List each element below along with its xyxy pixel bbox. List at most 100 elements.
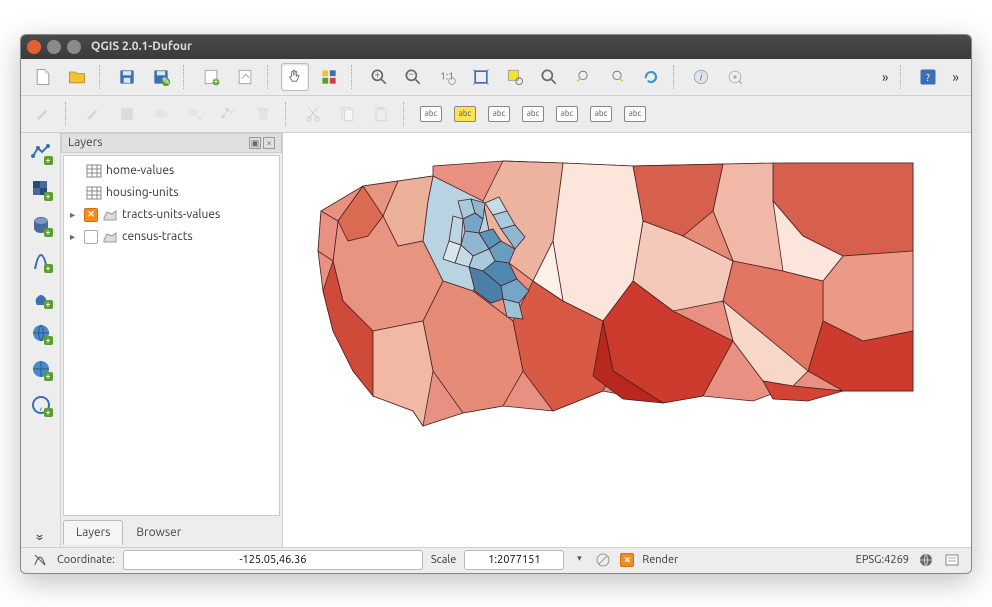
add-spatialite-button[interactable]: + (27, 247, 55, 275)
polygon-icon (102, 208, 118, 222)
scale-input[interactable] (464, 550, 564, 570)
left-toolbar: + + + + + + + ,+ » (21, 133, 61, 547)
statusbar: Coordinate: Scale ▾ Render EPSG:4269 (21, 547, 971, 573)
panel-title: Layers (68, 136, 102, 149)
expand-icon[interactable]: ▸ (70, 231, 80, 243)
add-csv-button[interactable]: ,+ (27, 391, 55, 419)
zoom-last-button[interactable] (569, 63, 597, 91)
expand-icon[interactable]: ▸ (70, 209, 80, 221)
add-vector-button[interactable]: + (27, 139, 55, 167)
panel-close-button[interactable]: × (263, 137, 275, 149)
layer-item-housing-units[interactable]: housing-units (66, 182, 277, 204)
panel-undock-button[interactable]: ▣ (249, 137, 261, 149)
new-project-button[interactable] (29, 63, 57, 91)
svg-text:+: + (213, 75, 219, 86)
zoom-selection-button[interactable] (501, 63, 529, 91)
save-button[interactable] (113, 63, 141, 91)
new-composer-button[interactable]: + (197, 63, 225, 91)
label-abc-button[interactable]: abc (417, 100, 445, 128)
add-wfs-button[interactable]: + (27, 355, 55, 383)
window-maximize-button[interactable] (67, 40, 81, 54)
window-title: QGIS 2.0.1-Dufour (91, 40, 192, 53)
scale-dropdown-icon[interactable]: ▾ (572, 553, 586, 567)
current-edits-button[interactable] (79, 100, 107, 128)
label-pin-button[interactable]: abc (485, 100, 513, 128)
add-feature-button[interactable] (147, 100, 175, 128)
svg-text:?: ? (926, 72, 930, 83)
map-canvas[interactable] (283, 133, 971, 547)
toggle-extents-icon[interactable] (31, 551, 49, 569)
tab-layers[interactable]: Layers (63, 520, 123, 545)
coord-label: Coordinate: (57, 554, 115, 566)
choropleth-map (303, 141, 923, 436)
paste-button[interactable] (367, 100, 395, 128)
open-project-button[interactable] (63, 63, 91, 91)
toggle-edit-button[interactable] (29, 100, 57, 128)
add-wms-button[interactable]: + (27, 283, 55, 311)
crs-button[interactable] (917, 551, 935, 569)
svg-text:✎: ✎ (162, 75, 170, 86)
crs-label: EPSG:4269 (856, 554, 909, 566)
cut-button[interactable] (299, 100, 327, 128)
toolbar-primary: ✎ + + − 1:1 i » ? » (21, 59, 971, 96)
window-close-button[interactable] (27, 40, 41, 54)
add-raster-button[interactable]: + (27, 175, 55, 203)
zoom-out-button[interactable]: − (399, 63, 427, 91)
add-postgis-button[interactable]: + (27, 211, 55, 239)
tab-browser[interactable]: Browser (123, 520, 194, 545)
zoom-full-button[interactable] (467, 63, 495, 91)
refresh-button[interactable] (637, 63, 665, 91)
layer-item-home-values[interactable]: home-values (66, 160, 277, 182)
save-edits-button[interactable] (113, 100, 141, 128)
svg-text:−: − (409, 68, 415, 79)
identify-button[interactable]: i (687, 63, 715, 91)
composer-manager-button[interactable] (231, 63, 259, 91)
zoom-in-button[interactable]: + (365, 63, 393, 91)
zoom-native-button[interactable]: 1:1 (433, 63, 461, 91)
main-body: + + + + + + + ,+ » Layers ▣ × ho (21, 133, 971, 547)
toolbar-overflow-icon[interactable]: » (878, 69, 893, 85)
layers-panel: Layers ▣ × home-values housing-units ▸ (61, 133, 283, 547)
copy-button[interactable] (333, 100, 361, 128)
zoom-next-button[interactable] (603, 63, 631, 91)
polygon-icon (102, 230, 118, 244)
layer-checkbox[interactable] (84, 230, 98, 244)
layer-checkbox[interactable] (84, 208, 98, 222)
delete-button[interactable] (249, 100, 277, 128)
toolbar-overflow2-icon[interactable]: » (948, 69, 963, 85)
save-as-button[interactable]: ✎ (147, 63, 175, 91)
render-label: Render (642, 554, 678, 566)
label-change-button[interactable]: abc (621, 100, 649, 128)
pan-selection-button[interactable] (315, 63, 343, 91)
label-rotate-button[interactable]: abc (587, 100, 615, 128)
table-icon (86, 164, 102, 178)
layer-tree[interactable]: home-values housing-units ▸ tracts-units… (63, 155, 280, 516)
node-tool-button[interactable] (215, 100, 243, 128)
help-button[interactable]: ? (914, 63, 942, 91)
layer-item-census-tracts[interactable]: ▸ census-tracts (66, 226, 277, 248)
log-button[interactable] (943, 551, 961, 569)
stop-render-icon[interactable] (594, 551, 612, 569)
toolbar-secondary: abc abc abc abc abc abc abc (21, 96, 971, 133)
render-checkbox[interactable] (620, 553, 634, 567)
layer-item-tracts-units-values[interactable]: ▸ tracts-units-values (66, 204, 277, 226)
table-icon (86, 186, 102, 200)
zoom-layer-button[interactable] (535, 63, 563, 91)
svg-text:+: + (375, 68, 381, 79)
svg-text:,: , (39, 399, 42, 412)
scale-label: Scale (431, 554, 456, 566)
pan-button[interactable] (281, 63, 309, 91)
move-feature-button[interactable] (181, 100, 209, 128)
window-minimize-button[interactable] (47, 40, 61, 54)
app-window: QGIS 2.0.1-Dufour ✎ + + − 1:1 i » ? » (20, 34, 972, 574)
label-move-button[interactable]: abc (553, 100, 581, 128)
titlebar: QGIS 2.0.1-Dufour (21, 35, 971, 59)
left-overflow-icon[interactable]: » (29, 534, 53, 541)
svg-text:1:1: 1:1 (440, 70, 454, 81)
panel-tabs: Layers Browser (61, 518, 282, 547)
add-wcs-button[interactable]: + (27, 319, 55, 347)
label-highlight-button[interactable]: abc (451, 100, 479, 128)
action-button[interactable] (721, 63, 749, 91)
label-show-button[interactable]: abc (519, 100, 547, 128)
coordinate-input[interactable] (123, 550, 423, 570)
